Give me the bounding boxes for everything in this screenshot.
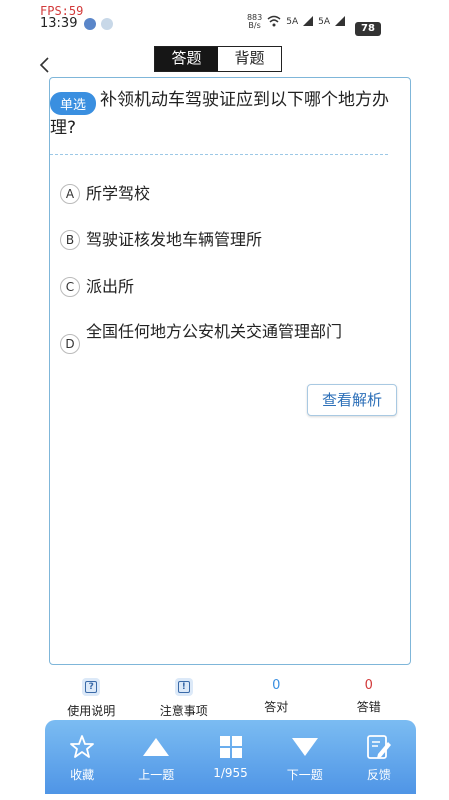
prev-label: 上一题 (138, 768, 175, 782)
triangle-down-icon (268, 734, 342, 760)
option-letter: A (60, 184, 80, 204)
wrong-label: 答错 (356, 700, 381, 714)
star-icon (45, 734, 119, 760)
tab-answer[interactable]: 答题 (155, 47, 218, 71)
next-question-button[interactable]: 下一题 (268, 720, 342, 794)
favorite-button[interactable]: 收藏 (45, 720, 119, 794)
option-text: 驾驶证核发地车辆管理所 (86, 230, 263, 249)
notification-app-icon (101, 18, 113, 30)
help-label: 使用说明 (67, 704, 116, 718)
question-doc-icon: ? (82, 678, 101, 696)
grid-icon (193, 734, 267, 760)
view-analysis-button[interactable]: 查看解析 (307, 384, 397, 416)
mode-tabs: 答题 背题 (154, 46, 282, 72)
tab-memorize[interactable]: 背题 (218, 47, 281, 71)
notice-doc-icon: ! (174, 678, 193, 696)
option-text: 派出所 (86, 277, 135, 296)
status-time: 13:39 (40, 16, 78, 31)
wrong-stat: 0 答错 (323, 676, 416, 718)
question-type-badge: 单选 (50, 92, 97, 115)
battery-level: 78 (355, 22, 381, 36)
wifi-icon (267, 15, 281, 29)
progress-label: 1/955 (213, 766, 248, 780)
network-speed: 883 B/s (246, 13, 263, 30)
option-text: 所学驾校 (86, 184, 151, 203)
status-bar: 13:39 883 B/s 5A 5A 78 (0, 10, 449, 36)
question-divider (50, 154, 388, 155)
option-letter: C (60, 277, 80, 297)
question-text: 补领机动车驾驶证应到以下哪个地方办理? (50, 90, 389, 138)
correct-count: 0 (272, 678, 281, 693)
bottom-nav: 收藏 上一题 1/955 下一题 反馈 (45, 720, 416, 794)
signal-icon (303, 16, 314, 28)
notes-button[interactable]: ! 注意事项 (138, 676, 231, 718)
question-header: 补领机动车驾驶证应到以下哪个地方办理? 单选 (50, 78, 410, 158)
notification-app-icon (84, 18, 96, 30)
next-label: 下一题 (286, 768, 323, 782)
option-b[interactable]: B 驾驶证核发地车辆管理所 (60, 228, 356, 252)
stats-row: ? 使用说明 ! 注意事项 0 答对 0 答错 (45, 676, 415, 718)
question-card: 补领机动车驾驶证应到以下哪个地方办理? 单选 A 所学驾校 B 驾驶证核发地车辆… (49, 77, 411, 665)
option-d[interactable]: D 全国任何地方公安机关交通管理部门 (60, 320, 356, 354)
prev-question-button[interactable]: 上一题 (119, 720, 193, 794)
option-text: 全国任何地方公安机关交通管理部门 (86, 322, 343, 341)
feedback-label: 反馈 (366, 768, 391, 782)
triangle-up-icon (119, 734, 193, 760)
question-grid-button[interactable]: 1/955 (193, 720, 267, 794)
correct-stat: 0 答对 (230, 676, 323, 718)
option-letter: B (60, 230, 80, 250)
back-arrow-icon[interactable] (38, 54, 54, 73)
option-letter: D (60, 334, 80, 354)
signal-icon (335, 16, 345, 28)
signal-1-label: 5A (286, 17, 299, 27)
edit-icon (342, 734, 416, 760)
help-button[interactable]: ? 使用说明 (45, 676, 138, 718)
signal-2-label: 5A (318, 17, 330, 27)
option-a[interactable]: A 所学驾校 (60, 182, 356, 206)
wrong-count: 0 (364, 678, 373, 693)
notes-label: 注意事项 (159, 704, 208, 718)
option-c[interactable]: C 派出所 (60, 275, 356, 299)
favorite-label: 收藏 (70, 768, 95, 782)
feedback-button[interactable]: 反馈 (342, 720, 416, 794)
correct-label: 答对 (264, 700, 289, 714)
